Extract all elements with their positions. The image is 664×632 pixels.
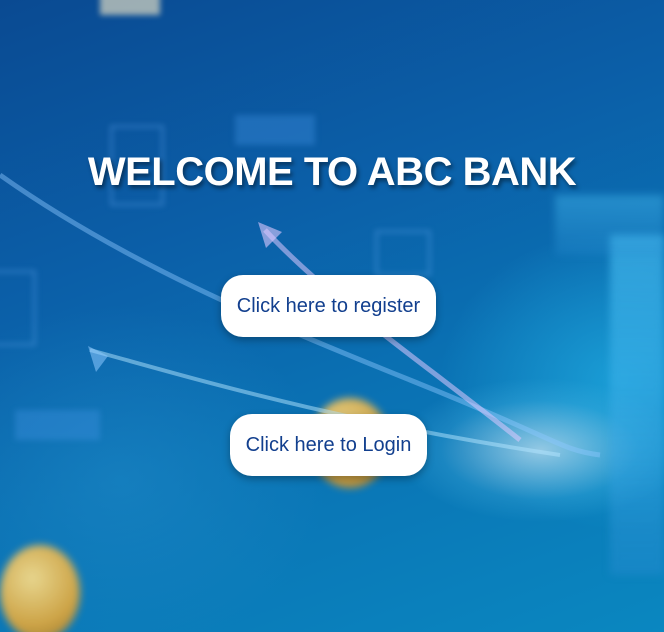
register-button[interactable]: Click here to register — [221, 275, 436, 337]
login-button[interactable]: Click here to Login — [230, 414, 427, 476]
page-title: WELCOME TO ABC BANK — [87, 150, 577, 194]
